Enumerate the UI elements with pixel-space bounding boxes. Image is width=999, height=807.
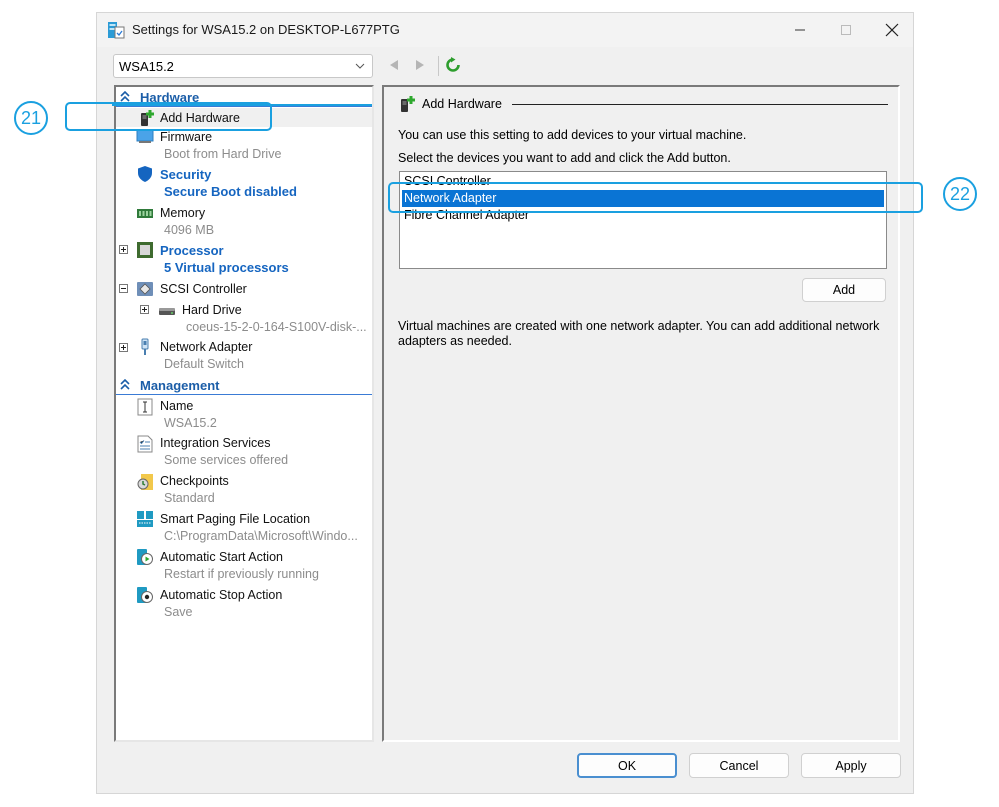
- tree-item-sub: Standard: [164, 491, 215, 505]
- tree-item-sub: Restart if previously running: [164, 567, 319, 581]
- apply-button[interactable]: Apply: [801, 753, 901, 778]
- tree-item-auto-stop[interactable]: Automatic Stop Action Save: [116, 586, 372, 624]
- ok-button[interactable]: OK: [577, 753, 677, 778]
- callout-box-network-adapter: [388, 182, 923, 213]
- name-icon: [137, 398, 153, 416]
- tree-item-sub: Default Switch: [164, 357, 244, 371]
- tree-item-label: SCSI Controller: [160, 282, 247, 296]
- title-bar: Settings for WSA15.2 on DESKTOP-L677PTG: [97, 13, 913, 47]
- tree-item-sub: Some services offered: [164, 453, 289, 467]
- maximize-icon: [841, 25, 851, 35]
- tree-item-label: Memory: [160, 206, 206, 220]
- tree-item-sub: WSA15.2: [164, 416, 217, 430]
- tree-item-security[interactable]: Security Secure Boot disabled: [116, 165, 372, 203]
- group-divider: [512, 104, 888, 105]
- tree-item-sub: Boot from Hard Drive: [164, 147, 282, 161]
- tree-item-label: Security: [160, 167, 212, 182]
- back-arrow-icon[interactable]: [387, 58, 401, 72]
- settings-tree: Hardware Add Hardware Firmware Boot from…: [114, 85, 374, 742]
- checkpoints-icon: [137, 474, 153, 490]
- cancel-button[interactable]: Cancel: [689, 753, 789, 778]
- vm-selector-value: WSA15.2: [119, 59, 174, 74]
- shield-icon: [138, 166, 152, 182]
- auto-start-icon: [137, 549, 153, 565]
- processor-icon: [137, 242, 153, 258]
- instruction-text: Select the devices you want to add and c…: [398, 151, 731, 165]
- tree-item-label: Processor: [160, 243, 224, 258]
- tree-item-sub: 4096 MB: [164, 223, 215, 237]
- tree-item-sub: 5 Virtual processors: [164, 260, 289, 275]
- tree-item-label: Smart Paging File Location: [160, 512, 311, 526]
- expand-toggle[interactable]: [119, 245, 128, 254]
- toolbar-separator: [438, 56, 439, 76]
- hard-drive-icon: [159, 308, 175, 315]
- forward-arrow-icon[interactable]: [413, 58, 427, 72]
- add-button[interactable]: Add: [802, 278, 886, 302]
- tree-item-checkpoints[interactable]: Checkpoints Standard: [116, 472, 372, 510]
- settings-app-icon: [108, 22, 125, 39]
- scsi-controller-icon: [137, 282, 153, 296]
- tree-item-label: Automatic Stop Action: [160, 588, 283, 602]
- tree-item-sub: C:\ProgramData\Microsoft\Windo...: [164, 529, 358, 543]
- tree-item-processor[interactable]: Processor 5 Virtual processors: [116, 241, 372, 279]
- callout-number-21: 21: [14, 101, 48, 135]
- minimize-button[interactable]: [777, 13, 823, 47]
- tree-item-label: Hard Drive: [182, 303, 242, 317]
- tree-item-scsi-controller[interactable]: SCSI Controller: [116, 280, 372, 299]
- expand-toggle[interactable]: [140, 305, 149, 314]
- close-icon: [885, 23, 899, 37]
- minimize-icon: [795, 29, 805, 31]
- expand-toggle[interactable]: [119, 343, 128, 352]
- tree-item-name[interactable]: Name WSA15.2: [116, 397, 372, 434]
- tree-item-sub: Save: [164, 605, 193, 619]
- collapse-toggle[interactable]: [119, 284, 128, 293]
- tree-item-network-adapter[interactable]: Network Adapter Default Switch: [116, 338, 372, 375]
- tree-item-label: Name: [160, 399, 194, 413]
- close-button[interactable]: [869, 13, 915, 47]
- network-adapter-icon: [141, 338, 149, 355]
- smart-paging-icon: [137, 511, 153, 527]
- group-title: Add Hardware: [422, 97, 502, 111]
- tree-item-label: Automatic Start Action: [160, 550, 283, 564]
- collapse-chevron-icon: [120, 379, 130, 390]
- tree-item-sub: Secure Boot disabled: [164, 184, 297, 199]
- window-title: Settings for WSA15.2 on DESKTOP-L677PTG: [132, 22, 400, 37]
- tree-item-auto-start[interactable]: Automatic Start Action Restart if previo…: [116, 548, 372, 586]
- integration-services-icon: [137, 435, 153, 453]
- section-header-management[interactable]: Management: [116, 377, 372, 395]
- refresh-icon[interactable]: [445, 57, 461, 73]
- tree-item-integration-services[interactable]: Integration Services Some services offer…: [116, 434, 372, 472]
- tree-item-label: Firmware: [160, 130, 213, 144]
- callout-box-add-hardware: [65, 102, 272, 131]
- tree-item-firmware[interactable]: Firmware Boot from Hard Drive: [116, 128, 372, 164]
- vm-selector-dropdown[interactable]: WSA15.2: [113, 54, 373, 78]
- tree-item-label: Network Adapter: [160, 340, 253, 354]
- chevron-down-icon: [355, 63, 365, 69]
- callout-number-22: 22: [943, 177, 977, 211]
- tree-item-memory[interactable]: Memory 4096 MB: [116, 204, 372, 240]
- section-header-label: Management: [140, 378, 220, 393]
- tree-item-hard-drive[interactable]: Hard Drive coeus-15-2-0-164-S100V-disk-.…: [116, 300, 372, 338]
- description-text: You can use this setting to add devices …: [398, 128, 747, 142]
- tree-item-label: Checkpoints: [160, 474, 229, 488]
- tree-item-label: Integration Services: [160, 436, 271, 450]
- auto-stop-icon: [137, 587, 153, 603]
- memory-icon: [137, 209, 153, 218]
- add-hardware-icon: [401, 96, 415, 112]
- maximize-button[interactable]: [823, 13, 869, 47]
- tree-item-sub: coeus-15-2-0-164-S100V-disk-...: [186, 320, 367, 334]
- info-note: Virtual machines are created with one ne…: [398, 319, 880, 348]
- tree-item-smart-paging[interactable]: Smart Paging File Location C:\ProgramDat…: [116, 510, 372, 548]
